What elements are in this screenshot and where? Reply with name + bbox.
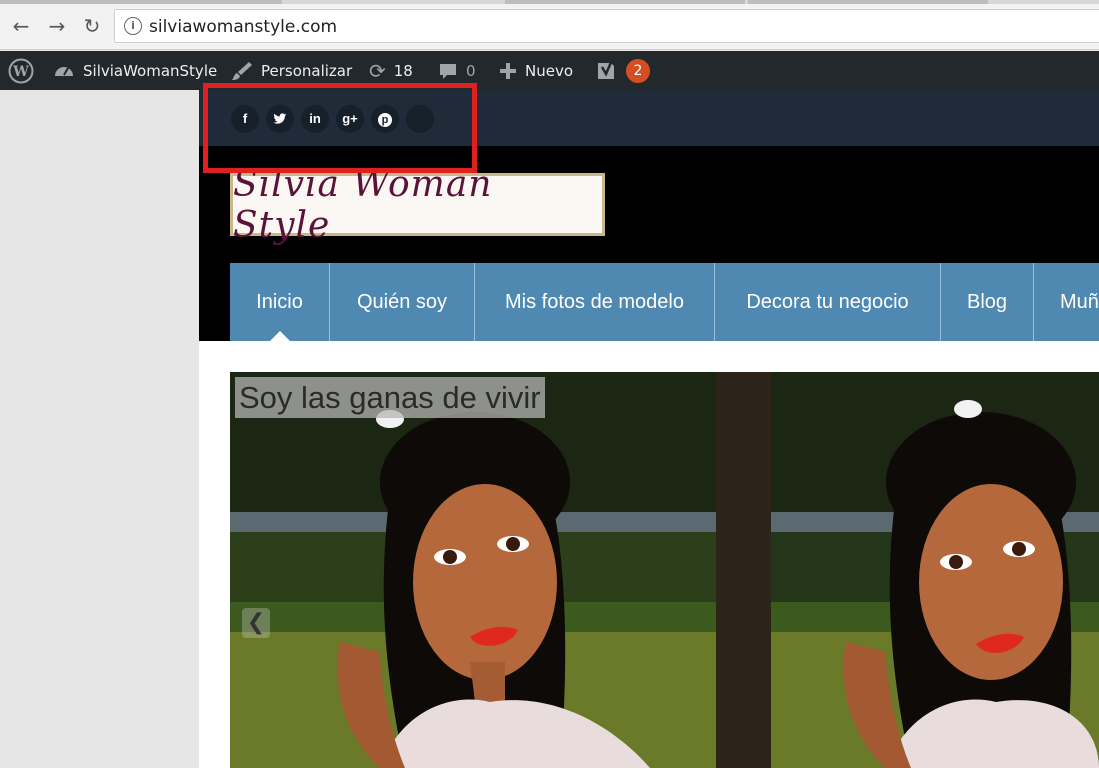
plus-icon (499, 62, 517, 80)
back-icon[interactable]: ← (9, 14, 33, 38)
site-logo[interactable]: Silvia Woman Style (230, 164, 605, 246)
browser-toolbar: ← → ↻ i silviawomanstyle.com (0, 0, 1099, 50)
svg-text:W: W (12, 64, 29, 80)
menu-item-blog[interactable]: Blog (941, 263, 1034, 341)
notification-badge: 2 (626, 58, 650, 83)
menu-item-mis-fotos[interactable]: Mis fotos de modelo (475, 263, 715, 341)
wordpress-logo-icon[interactable]: W (8, 51, 34, 90)
dashboard-icon (53, 61, 75, 81)
new-label: Nuevo (525, 61, 574, 80)
comments-count: 0 (466, 61, 476, 80)
comment-icon (438, 61, 458, 81)
chevron-left-icon[interactable]: ❮ (242, 608, 270, 638)
wp-admin-bar: W SilviaWomanStyle Personalizar ⟳ 18 0 N… (0, 51, 1099, 90)
info-icon[interactable]: i (124, 17, 142, 35)
tab[interactable] (748, 0, 988, 4)
new-content-link[interactable]: Nuevo (499, 51, 573, 90)
url-text[interactable]: silviawomanstyle.com (149, 17, 337, 37)
address-bar[interactable]: i silviawomanstyle.com (114, 9, 1099, 43)
tab-strip (0, 0, 1099, 4)
updates-count: 18 (393, 61, 413, 80)
customize-label: Personalizar (261, 61, 353, 80)
yoast-icon (596, 59, 618, 83)
slide-photo-right (716, 372, 1099, 768)
main-menu: Inicio Quién soy Mis fotos de modelo Dec… (230, 263, 1099, 341)
slide-photo-left (230, 372, 716, 768)
tab[interactable] (505, 0, 745, 4)
seo-menu[interactable]: 2 (596, 51, 650, 90)
brush-icon (231, 61, 253, 81)
highlight-box (203, 83, 477, 173)
updates-icon: ⟳ (369, 58, 386, 83)
image-slider[interactable]: Soy las ganas de vivir ❮ (230, 372, 1099, 768)
logo-text: Silvia Woman Style (233, 163, 493, 246)
slide-caption: Soy las ganas de vivir (235, 377, 545, 418)
menu-item-decora[interactable]: Decora tu negocio (715, 263, 941, 341)
menu-item-quien-soy[interactable]: Quién soy (330, 263, 475, 341)
site-name-link[interactable]: SilviaWomanStyle (53, 51, 217, 90)
menu-item-munecas[interactable]: Muñ (1034, 263, 1099, 341)
forward-icon[interactable]: → (45, 14, 69, 38)
tab[interactable] (0, 0, 282, 4)
reload-icon[interactable]: ↻ (80, 14, 104, 38)
website-page: f in g+ p Silvia Woman Style Inicio Quié… (199, 90, 1099, 768)
site-name: SilviaWomanStyle (83, 61, 218, 80)
menu-item-inicio[interactable]: Inicio (230, 263, 330, 341)
